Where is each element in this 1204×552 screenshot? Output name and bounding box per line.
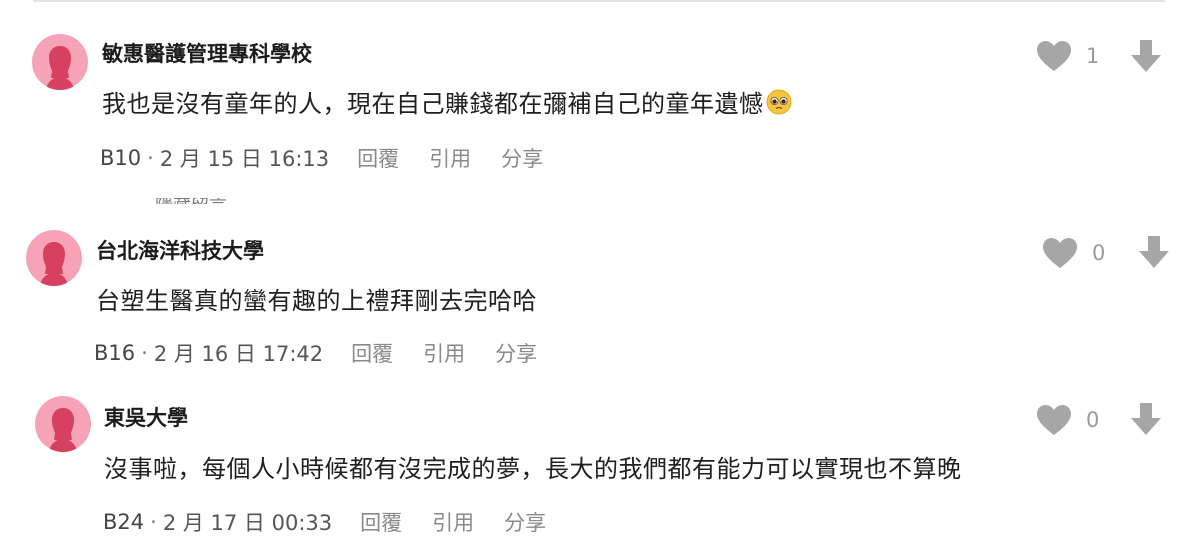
reply-button[interactable]: 回覆 [360, 507, 402, 537]
like-count: 0 [1086, 408, 1100, 432]
avatar[interactable] [26, 230, 82, 286]
author-name[interactable]: 東吳大學 [104, 402, 188, 432]
comment-date: 2 月 17 日 00:33 [162, 511, 333, 535]
author-name[interactable]: 台北海洋科技大學 [96, 235, 264, 265]
floor-number: B24 [103, 510, 145, 534]
comment-meta: B16 · 2 月 16 日 17:42 回覆 引用 分享 [94, 338, 537, 368]
like-button[interactable]: 0 [1042, 237, 1105, 269]
female-avatar-icon [49, 408, 77, 452]
meta-separator: · [150, 510, 157, 534]
comment-meta: B24 · 2 月 17 日 00:33 回覆 引用 分享 [103, 507, 546, 537]
comment-text: 沒事啦，每個人小時候都有沒完成的夢，長大的我們都有能力可以實現也不算晚 [104, 449, 962, 484]
comment-item: 東吳大學 沒事啦，每個人小時候都有沒完成的夢，長大的我們都有能力可以實現也不算晚… [0, 0, 1204, 535]
heart-icon [1037, 405, 1071, 435]
reply-button[interactable]: 回覆 [351, 338, 393, 368]
arrow-down-icon [1139, 236, 1169, 268]
downvote-button[interactable] [1130, 402, 1162, 440]
heart-icon [1043, 238, 1077, 268]
quote-button[interactable]: 引用 [423, 338, 465, 368]
comment-date: 2 月 16 日 17:42 [153, 342, 324, 366]
share-button[interactable]: 分享 [504, 507, 546, 537]
share-button[interactable]: 分享 [495, 338, 537, 368]
like-count: 0 [1092, 241, 1106, 265]
hidden-comment-peek: 隱藏留言 [155, 198, 227, 204]
arrow-down-icon [1131, 403, 1161, 435]
quote-button[interactable]: 引用 [432, 507, 474, 537]
avatar[interactable] [35, 396, 91, 452]
comment-text-content: 沒事啦，每個人小時候都有沒完成的夢，長大的我們都有能力可以實現也不算晚 [104, 455, 962, 483]
comment-text: 台塑生醫真的蠻有趣的上禮拜剛去完哈哈 [96, 281, 537, 316]
downvote-button[interactable] [1138, 235, 1170, 273]
female-avatar-icon [40, 242, 68, 286]
floor-number: B16 [94, 341, 136, 365]
meta-separator: · [141, 341, 148, 365]
like-button[interactable]: 0 [1036, 404, 1099, 436]
comment-text-content: 台塑生醫真的蠻有趣的上禮拜剛去完哈哈 [96, 287, 537, 315]
